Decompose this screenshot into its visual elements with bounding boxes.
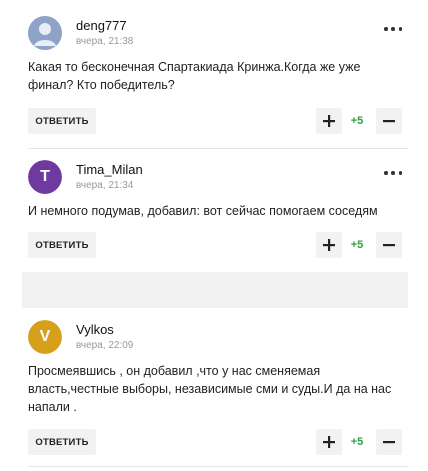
- vote-score: +5: [350, 115, 364, 127]
- comment-date: вчера, 21:34: [76, 180, 134, 191]
- comment: V Vylkos вчера, 22:09 Просмеявшись , он …: [22, 320, 408, 460]
- divider: [28, 466, 408, 467]
- minus-icon: [383, 244, 395, 247]
- avatar-letter: T: [28, 160, 62, 194]
- comment-actions: ОТВЕТИТЬ +5: [28, 108, 402, 134]
- downvote-button[interactable]: [376, 232, 402, 258]
- plus-icon: [323, 436, 335, 448]
- vote-score: +5: [350, 436, 364, 448]
- downvote-button[interactable]: [376, 108, 402, 134]
- comment-text: Просмеявшись , он добавил ,что у нас сме…: [28, 364, 392, 414]
- comment-text: И немного подумав, добавил: вот сейчас п…: [28, 204, 378, 218]
- comment-actions: ОТВЕТИТЬ +5: [28, 232, 402, 258]
- username[interactable]: Vylkos: [76, 322, 114, 337]
- avatar[interactable]: [28, 16, 62, 50]
- user-icon: [28, 16, 62, 50]
- upvote-button[interactable]: [316, 108, 342, 134]
- avatar[interactable]: T: [28, 160, 62, 194]
- username[interactable]: deng777: [76, 18, 127, 33]
- upvote-button[interactable]: [316, 429, 342, 455]
- minus-icon: [383, 120, 395, 123]
- plus-icon: [323, 115, 335, 127]
- comment-date: вчера, 21:38: [76, 36, 134, 47]
- avatar[interactable]: V: [28, 320, 62, 354]
- reply-button[interactable]: ОТВЕТИТЬ: [28, 108, 96, 134]
- vote-score: +5: [350, 239, 364, 251]
- reply-button[interactable]: ОТВЕТИТЬ: [28, 232, 96, 258]
- reply-button[interactable]: ОТВЕТИТЬ: [28, 429, 96, 455]
- minus-icon: [383, 441, 395, 444]
- downvote-button[interactable]: [376, 429, 402, 455]
- avatar-letter: V: [28, 320, 62, 354]
- section-gap: [22, 272, 408, 308]
- more-options-icon[interactable]: [384, 26, 402, 32]
- comment-header: V Vylkos вчера, 22:09: [28, 320, 408, 360]
- comment-header: T Tima_Milan вчера, 21:34: [28, 160, 408, 200]
- upvote-button[interactable]: [316, 232, 342, 258]
- divider: [28, 148, 408, 149]
- more-options-icon[interactable]: [384, 170, 402, 176]
- comment: T Tima_Milan вчера, 21:34 И немного поду…: [22, 160, 408, 272]
- comment-text: Какая то бесконечная Спартакиада Кринжа.…: [28, 60, 361, 92]
- comment: deng777 вчера, 21:38 Какая то бесконечна…: [22, 16, 408, 146]
- plus-icon: [323, 239, 335, 251]
- comment-header: deng777 вчера, 21:38: [28, 16, 408, 56]
- comment-date: вчера, 22:09: [76, 340, 134, 351]
- username[interactable]: Tima_Milan: [76, 162, 143, 177]
- comment-actions: ОТВЕТИТЬ +5: [28, 429, 402, 455]
